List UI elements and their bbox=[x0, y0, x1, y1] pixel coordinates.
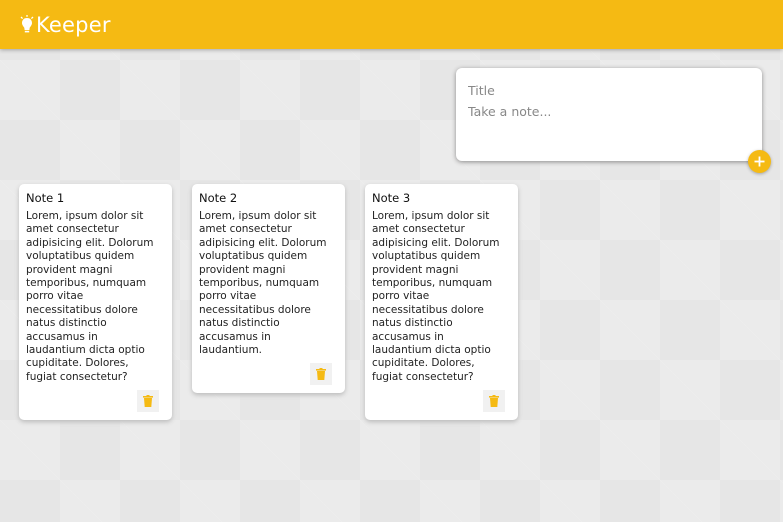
add-note-button[interactable] bbox=[748, 150, 771, 173]
note-title: Note 1 bbox=[26, 191, 65, 205]
delete-note-button[interactable] bbox=[137, 390, 159, 413]
app-header: Keeper bbox=[0, 0, 783, 49]
delete-note-button[interactable] bbox=[310, 363, 332, 386]
lightbulb-icon bbox=[20, 14, 34, 35]
trash-icon bbox=[143, 395, 153, 408]
plus-icon bbox=[754, 156, 765, 167]
note-title-input[interactable] bbox=[468, 82, 750, 98]
note-card: Note 2 Lorem, ipsum dolor sit amet conse… bbox=[192, 184, 345, 394]
note-card: Note 1 Lorem, ipsum dolor sit amet conse… bbox=[19, 184, 172, 421]
note-title: Note 3 bbox=[372, 191, 411, 205]
app-title: Keeper bbox=[36, 12, 111, 37]
delete-note-button[interactable] bbox=[483, 390, 505, 413]
note-card: Note 3 Lorem, ipsum dolor sit amet conse… bbox=[365, 184, 518, 421]
note-content: Lorem, ipsum dolor sit amet consectetur … bbox=[26, 210, 154, 383]
trash-icon bbox=[316, 368, 326, 381]
create-note-form bbox=[456, 68, 771, 173]
note-content: Lorem, ipsum dolor sit amet consectetur … bbox=[372, 210, 500, 383]
note-content: Lorem, ipsum dolor sit amet consectetur … bbox=[199, 210, 327, 357]
note-title: Note 2 bbox=[199, 191, 238, 205]
trash-icon bbox=[489, 395, 499, 408]
note-content-input[interactable] bbox=[468, 104, 750, 144]
